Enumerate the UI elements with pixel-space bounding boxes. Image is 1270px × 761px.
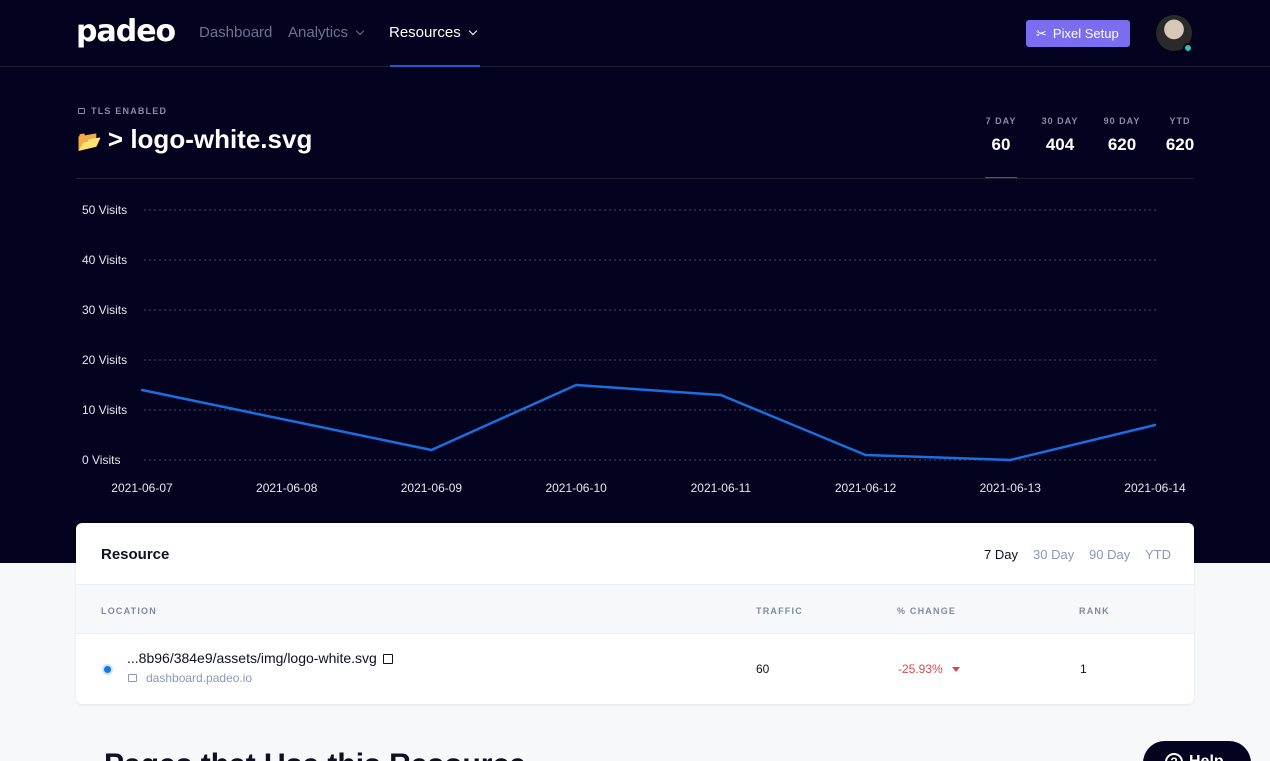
- x-tick-label: 2021-06-07: [111, 481, 173, 495]
- data-point[interactable]: [1153, 423, 1157, 427]
- resource-table-card: Resource 7 Day 30 Day 90 Day YTD LOCATIO…: [76, 523, 1194, 704]
- tab-7-day[interactable]: 7 Day: [984, 547, 1018, 562]
- y-tick-label: 20 Visits: [82, 353, 127, 367]
- table-header: LOCATION TRAFFIC % CHANGE RANK: [76, 584, 1194, 634]
- lock-icon: [78, 108, 85, 114]
- help-button[interactable]: ? Help: [1143, 741, 1251, 761]
- series-color-dot: [102, 664, 113, 675]
- resource-host: dashboard.padeo.io: [128, 671, 252, 685]
- tab-ytd[interactable]: YTD: [1145, 547, 1171, 562]
- card-title: Resource: [101, 546, 170, 563]
- nav-resources-label: Resources: [389, 24, 461, 41]
- padeo-logo[interactable]: padeo: [76, 14, 176, 49]
- data-point[interactable]: [719, 393, 723, 397]
- stat-value: 620: [1165, 135, 1195, 154]
- resource-name: logo-white.svg: [130, 124, 313, 154]
- lock-icon: [128, 674, 137, 682]
- rank-value: 1: [1080, 662, 1087, 676]
- top-nav: padeo Dashboard Analytics Resources ✂ Pix…: [0, 0, 1270, 67]
- pixel-setup-button[interactable]: ✂ Pixel Setup: [1026, 20, 1130, 47]
- tab-30-day[interactable]: 30 Day: [1033, 547, 1074, 562]
- y-tick-label: 30 Visits: [82, 303, 127, 317]
- column-header-rank[interactable]: RANK: [1079, 606, 1110, 616]
- change-percent: -25.93%: [898, 662, 943, 676]
- caret-down-icon: [951, 667, 960, 672]
- y-tick-label: 0 Visits: [82, 453, 120, 467]
- tools-icon: ✂: [1036, 26, 1047, 41]
- header-divider: [76, 178, 1194, 179]
- column-header-traffic[interactable]: TRAFFIC: [756, 606, 803, 616]
- x-tick-label: 2021-06-13: [980, 481, 1042, 495]
- tls-status: TLS ENABLED: [78, 106, 167, 116]
- x-tick-label: 2021-06-14: [1124, 481, 1186, 495]
- stat-label: 90 DAY: [1103, 116, 1141, 126]
- visits-series-line[interactable]: [141, 383, 1156, 462]
- nav-analytics[interactable]: Analytics: [288, 24, 365, 41]
- stat-ytd[interactable]: YTD 620: [1160, 116, 1200, 155]
- data-point[interactable]: [864, 453, 867, 457]
- data-point[interactable]: [574, 383, 578, 387]
- stat-30-day[interactable]: 30 DAY 404: [1036, 116, 1084, 155]
- stat-7-day[interactable]: 7 DAY 60: [980, 116, 1022, 155]
- stat-label: YTD: [1169, 116, 1191, 126]
- folder-icon: 📂: [77, 131, 102, 153]
- x-tick-label: 2021-06-09: [401, 481, 463, 495]
- change-value: -25.93%: [898, 662, 960, 676]
- tab-90-day[interactable]: 90 Day: [1089, 547, 1130, 562]
- x-tick-label: 2021-06-10: [545, 481, 607, 495]
- help-label: Help: [1189, 753, 1224, 761]
- resource-path: ...8b96/384e9/assets/img/logo-white.svg: [127, 650, 377, 666]
- external-link-icon[interactable]: [382, 654, 393, 664]
- stat-value: 620: [1107, 135, 1137, 154]
- traffic-value: 60: [756, 662, 770, 676]
- x-tick-label: 2021-06-08: [256, 481, 318, 495]
- x-tick-label: 2021-06-11: [691, 481, 752, 495]
- stat-value: 404: [1045, 135, 1075, 154]
- online-status-dot: [1183, 43, 1193, 53]
- nav-active-indicator: [390, 65, 480, 67]
- y-tick-label: 10 Visits: [82, 403, 127, 417]
- tls-label: TLS ENABLED: [91, 106, 168, 116]
- y-tick-label: 50 Visits: [82, 203, 127, 217]
- nav-resources[interactable]: Resources: [389, 24, 477, 41]
- chevron-right-icon: >: [107, 124, 131, 154]
- host-name: dashboard.padeo.io: [146, 671, 253, 685]
- help-icon: ?: [1165, 753, 1183, 761]
- stat-label: 7 DAY: [985, 116, 1017, 126]
- nav-dashboard[interactable]: Dashboard: [199, 24, 272, 41]
- stat-90-day[interactable]: 90 DAY 620: [1098, 116, 1146, 155]
- nav-analytics-label: Analytics: [288, 24, 349, 41]
- data-point[interactable]: [285, 418, 288, 422]
- visits-line-chart: 0 Visits 10 Visits 20 Visits 30 Visits 40 Vi…: [82, 203, 1186, 495]
- stat-label: 30 DAY: [1041, 116, 1079, 126]
- column-header-location[interactable]: LOCATION: [101, 606, 157, 616]
- resource-path-link[interactable]: ...8b96/384e9/assets/img/logo-white.svg: [127, 650, 393, 666]
- chevron-down-icon: [355, 26, 365, 36]
- data-point[interactable]: [430, 448, 433, 452]
- pixel-setup-label: Pixel Setup: [1052, 26, 1119, 41]
- data-point[interactable]: [1009, 458, 1012, 462]
- x-tick-label: 2021-06-12: [835, 481, 897, 495]
- data-point[interactable]: [140, 388, 144, 392]
- column-header-change[interactable]: % CHANGE: [897, 606, 956, 616]
- page-title: 📂 > logo-white.svg: [77, 124, 312, 155]
- y-tick-label: 40 Visits: [82, 253, 127, 267]
- chevron-down-icon: [468, 26, 477, 36]
- stat-value: 60: [991, 135, 1011, 154]
- section-heading: Pages that Use this Resource: [104, 748, 526, 761]
